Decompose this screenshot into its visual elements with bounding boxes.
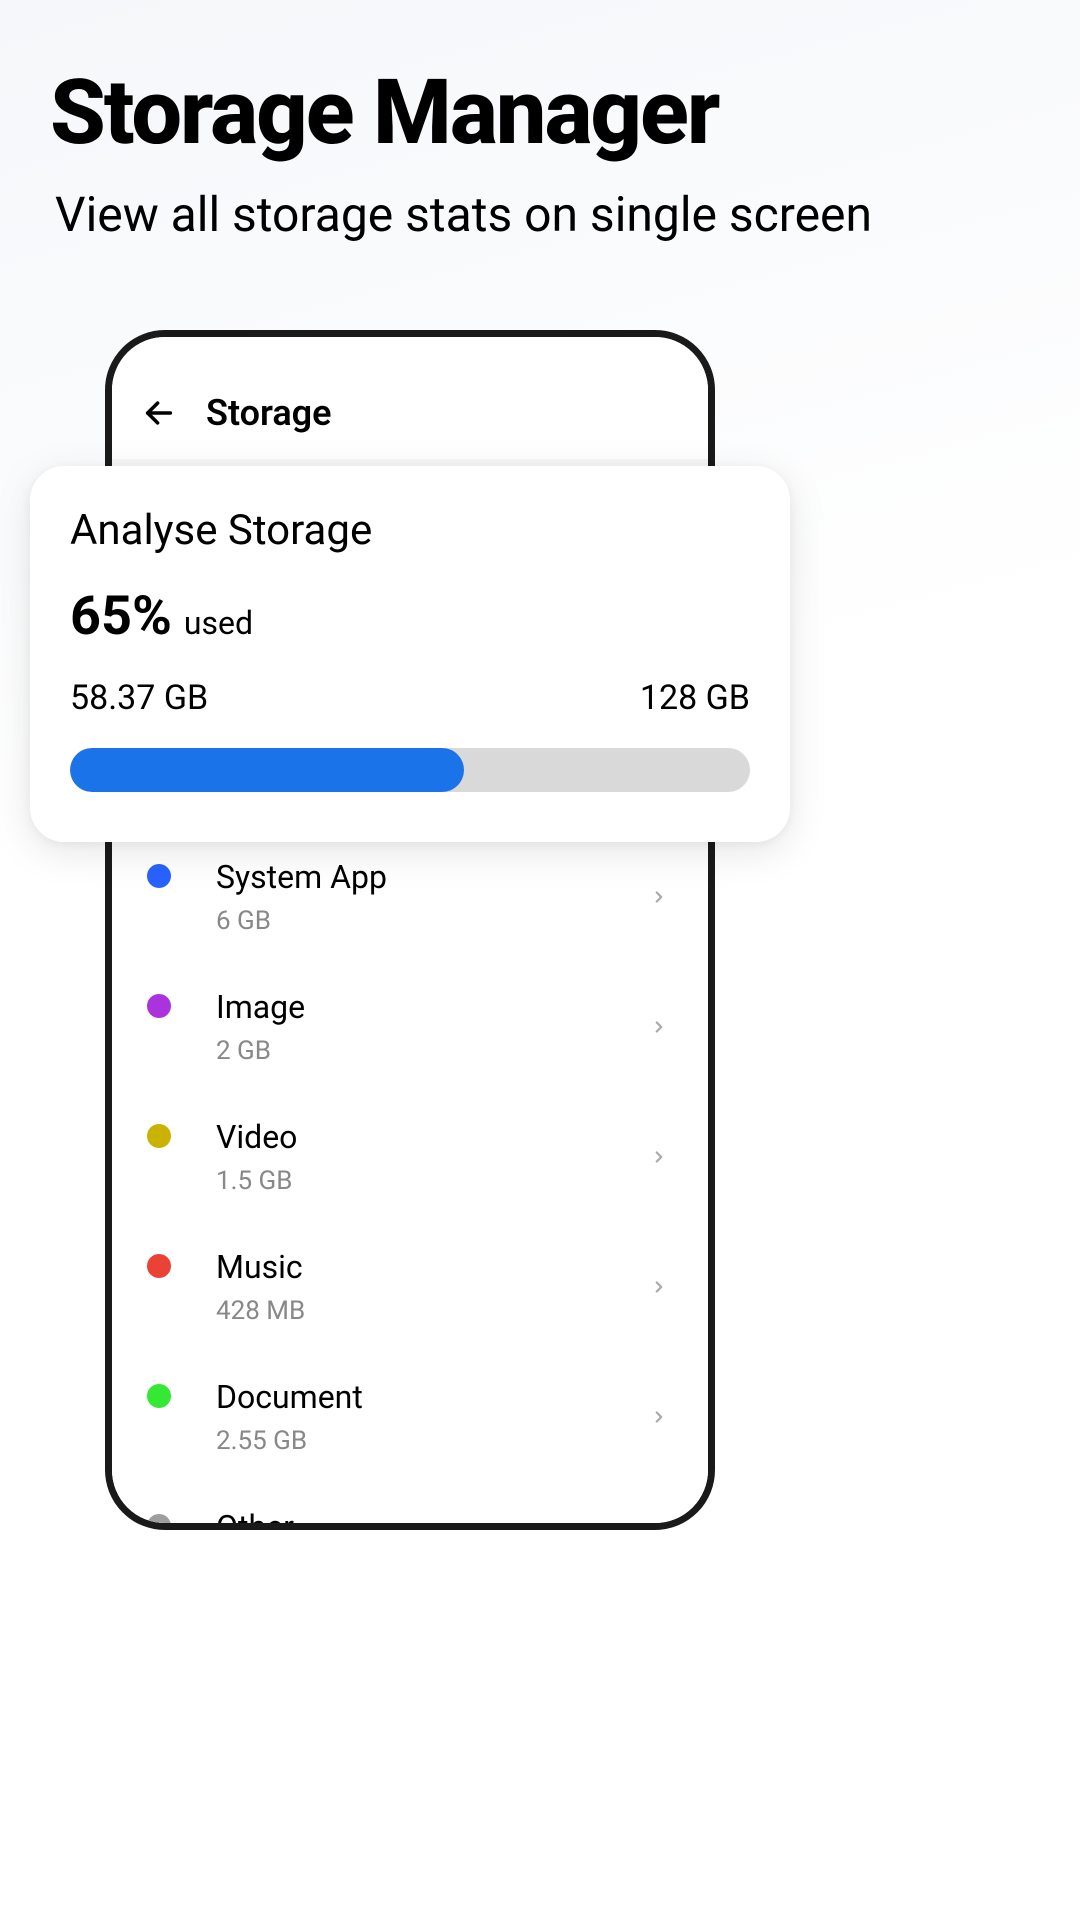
promo-subtitle: View all storage stats on single screen [0, 185, 1080, 285]
category-text: Video 1.5 GB [216, 1118, 650, 1196]
category-item-system-app[interactable]: System App 6 GB [112, 832, 708, 962]
category-color-dot [147, 864, 171, 888]
category-label: Other [216, 1508, 650, 1523]
category-color-dot [147, 1384, 171, 1408]
percent-used-value: 65% [70, 585, 172, 648]
category-text: Music 428 MB [216, 1248, 650, 1326]
total-storage-value: 128 GB [640, 678, 750, 718]
back-button[interactable] [142, 396, 176, 430]
category-item-music[interactable]: Music 428 MB [112, 1222, 708, 1352]
category-text: System App 6 GB [216, 858, 650, 936]
category-item-image[interactable]: Image 2 GB [112, 962, 708, 1092]
category-text: Image 2 GB [216, 988, 650, 1066]
category-item-document[interactable]: Document 2.55 GB [112, 1352, 708, 1482]
storage-progress-bar [70, 748, 750, 792]
category-color-dot [147, 1124, 171, 1148]
category-label: Video [216, 1118, 650, 1156]
category-label: Image [216, 988, 650, 1026]
chevron-right-icon [650, 1148, 668, 1166]
chevron-right-icon [650, 1408, 668, 1426]
back-arrow-icon [142, 396, 176, 430]
category-label: Music [216, 1248, 650, 1286]
capacity-row: 58.37 GB 128 GB [70, 678, 750, 718]
category-size: 2.55 GB [216, 1426, 650, 1456]
category-color-dot [147, 1514, 171, 1523]
category-item-other[interactable]: Other14.53 GB [112, 1482, 708, 1523]
chevron-right-icon [650, 1018, 668, 1036]
analyse-storage-card: Analyse Storage 65% used 58.37 GB 128 GB [30, 466, 790, 842]
storage-progress-fill [70, 748, 464, 792]
chevron-right-icon [650, 888, 668, 906]
category-color-dot [147, 994, 171, 1018]
promo-title: Storage Manager [0, 0, 1080, 185]
category-text: Document 2.55 GB [216, 1378, 650, 1456]
category-size: 6 GB [216, 906, 650, 936]
category-text: Other14.53 GB [216, 1508, 650, 1523]
category-item-video[interactable]: Video 1.5 GB [112, 1092, 708, 1222]
chevron-right-icon [650, 1278, 668, 1296]
category-label: System App [216, 858, 650, 896]
category-label: Document [216, 1378, 650, 1416]
analyse-title: Analyse Storage [70, 506, 750, 555]
category-color-dot [147, 1254, 171, 1278]
used-storage-value: 58.37 GB [70, 678, 208, 718]
app-header: Storage [112, 337, 708, 459]
category-list: System App 6 GB Image 2 GB Video 1.5 GB Music 4… [112, 832, 708, 1523]
percent-row: 65% used [70, 585, 750, 648]
category-size: 1.5 GB [216, 1166, 650, 1196]
percent-used-label: used [184, 604, 253, 642]
app-title: Storage [206, 392, 332, 434]
category-size: 2 GB [216, 1036, 650, 1066]
category-size: 428 MB [216, 1296, 650, 1326]
